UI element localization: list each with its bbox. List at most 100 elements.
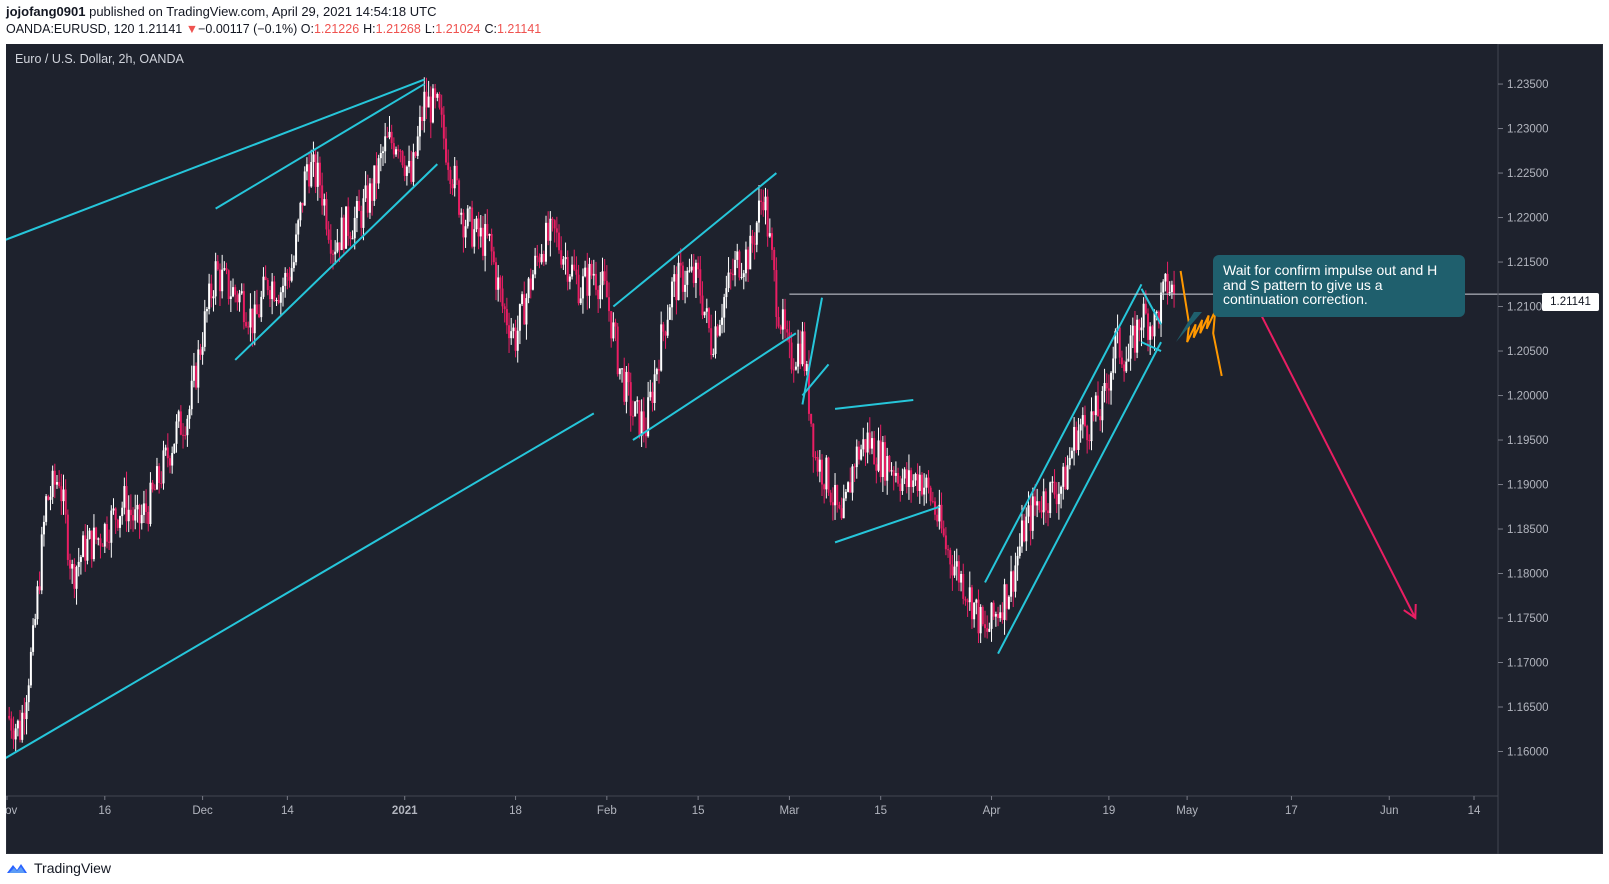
candle-body xyxy=(534,255,537,275)
candle-body xyxy=(631,415,634,417)
candle-body xyxy=(451,184,454,189)
candle-body xyxy=(610,311,613,339)
candle-body xyxy=(525,298,528,325)
candle-body xyxy=(779,326,782,330)
candle-body xyxy=(314,154,317,187)
candle-body xyxy=(114,508,117,520)
candle-body xyxy=(423,91,426,122)
candle-body xyxy=(853,466,856,468)
candle-body xyxy=(692,266,695,284)
price-tick-label: 1.19000 xyxy=(1507,480,1549,492)
candle-body xyxy=(1110,372,1113,391)
candle-body xyxy=(112,508,115,511)
candle-body xyxy=(355,201,358,218)
candle-body xyxy=(438,93,441,108)
candle-body xyxy=(701,295,704,316)
candle-body xyxy=(673,274,676,282)
candle-body xyxy=(390,131,393,144)
candle-body xyxy=(421,116,424,122)
candle-body xyxy=(1162,281,1165,293)
candle-body xyxy=(1081,415,1084,425)
candle-body xyxy=(53,470,56,485)
candle-body xyxy=(321,185,324,206)
candle-body xyxy=(773,249,776,271)
candle-body xyxy=(1123,364,1126,372)
candle-body xyxy=(957,561,960,583)
candle-body xyxy=(838,504,841,509)
candle-body xyxy=(410,160,413,182)
candle-body xyxy=(205,309,208,312)
candle-body xyxy=(351,238,354,240)
candle-body xyxy=(992,602,995,617)
footer-brand[interactable]: TradingView xyxy=(34,860,111,876)
candle-body xyxy=(1131,325,1134,336)
candle-body xyxy=(1042,491,1045,513)
candle-body xyxy=(684,284,687,292)
candle-body xyxy=(568,276,571,282)
candle-body xyxy=(1127,358,1130,362)
price-tick-label: 1.17000 xyxy=(1507,658,1549,670)
candle-body xyxy=(910,470,913,487)
candle-body xyxy=(653,374,656,404)
time-tick-label: 18 xyxy=(509,805,522,817)
candle-body xyxy=(473,229,476,247)
candle-body xyxy=(499,277,502,289)
candle-body xyxy=(616,326,619,375)
candle-body xyxy=(549,218,552,241)
candle-body xyxy=(1083,415,1086,426)
candle-body xyxy=(184,434,187,436)
candle-body xyxy=(655,369,658,375)
candle-body xyxy=(751,235,754,244)
candle-body xyxy=(397,149,400,151)
candle-body xyxy=(936,514,939,522)
candle-body xyxy=(179,411,182,435)
candle-body xyxy=(190,380,193,410)
candle-body xyxy=(621,368,624,370)
candle-body xyxy=(977,599,980,634)
author-name[interactable]: jojofang0901 xyxy=(6,4,85,19)
price-chart[interactable]: Euro / U.S. Dollar, 2h, OANDA1.160001.16… xyxy=(6,44,1603,854)
tradingview-logo-icon[interactable] xyxy=(6,861,28,875)
candle-body xyxy=(121,507,124,517)
candle-body xyxy=(560,250,563,265)
candle-body xyxy=(229,296,232,299)
candle-body xyxy=(762,202,765,211)
open-label: O: xyxy=(300,22,314,36)
candle-body xyxy=(1047,510,1050,514)
candle-body xyxy=(64,489,67,515)
price-tick-label: 1.21500 xyxy=(1507,257,1549,269)
candle-body xyxy=(962,573,965,599)
time-tick-label: 14 xyxy=(281,805,294,817)
candle-body xyxy=(492,251,495,263)
candle-body xyxy=(236,294,239,303)
candle-body xyxy=(262,276,265,297)
candle-body xyxy=(588,263,591,296)
last-price: 1.21141 xyxy=(138,22,183,36)
candle-body xyxy=(764,196,767,211)
candle-body xyxy=(273,281,276,301)
candle-body xyxy=(60,486,63,502)
candle-body xyxy=(1136,319,1139,353)
candle-body xyxy=(1155,311,1158,314)
candle-body xyxy=(1016,555,1019,566)
candle-body xyxy=(327,229,330,240)
candle-body xyxy=(19,720,22,740)
candle-body xyxy=(816,457,819,472)
candle-body xyxy=(364,185,367,199)
candle-body xyxy=(618,368,621,375)
candle-body xyxy=(1029,505,1032,531)
candle-body xyxy=(284,272,287,286)
candle-body xyxy=(316,162,319,187)
candle-body xyxy=(736,251,739,260)
candle-body xyxy=(777,316,780,327)
candle-body xyxy=(288,276,291,281)
candle-body xyxy=(581,276,584,299)
candle-body xyxy=(890,470,893,472)
candle-body xyxy=(82,535,85,557)
candle-body xyxy=(375,165,378,184)
candle-body xyxy=(442,114,445,139)
candle-body xyxy=(727,272,730,289)
candle-body xyxy=(614,322,617,327)
close-value: 1.21141 xyxy=(496,22,542,36)
close-label: C: xyxy=(484,22,497,36)
